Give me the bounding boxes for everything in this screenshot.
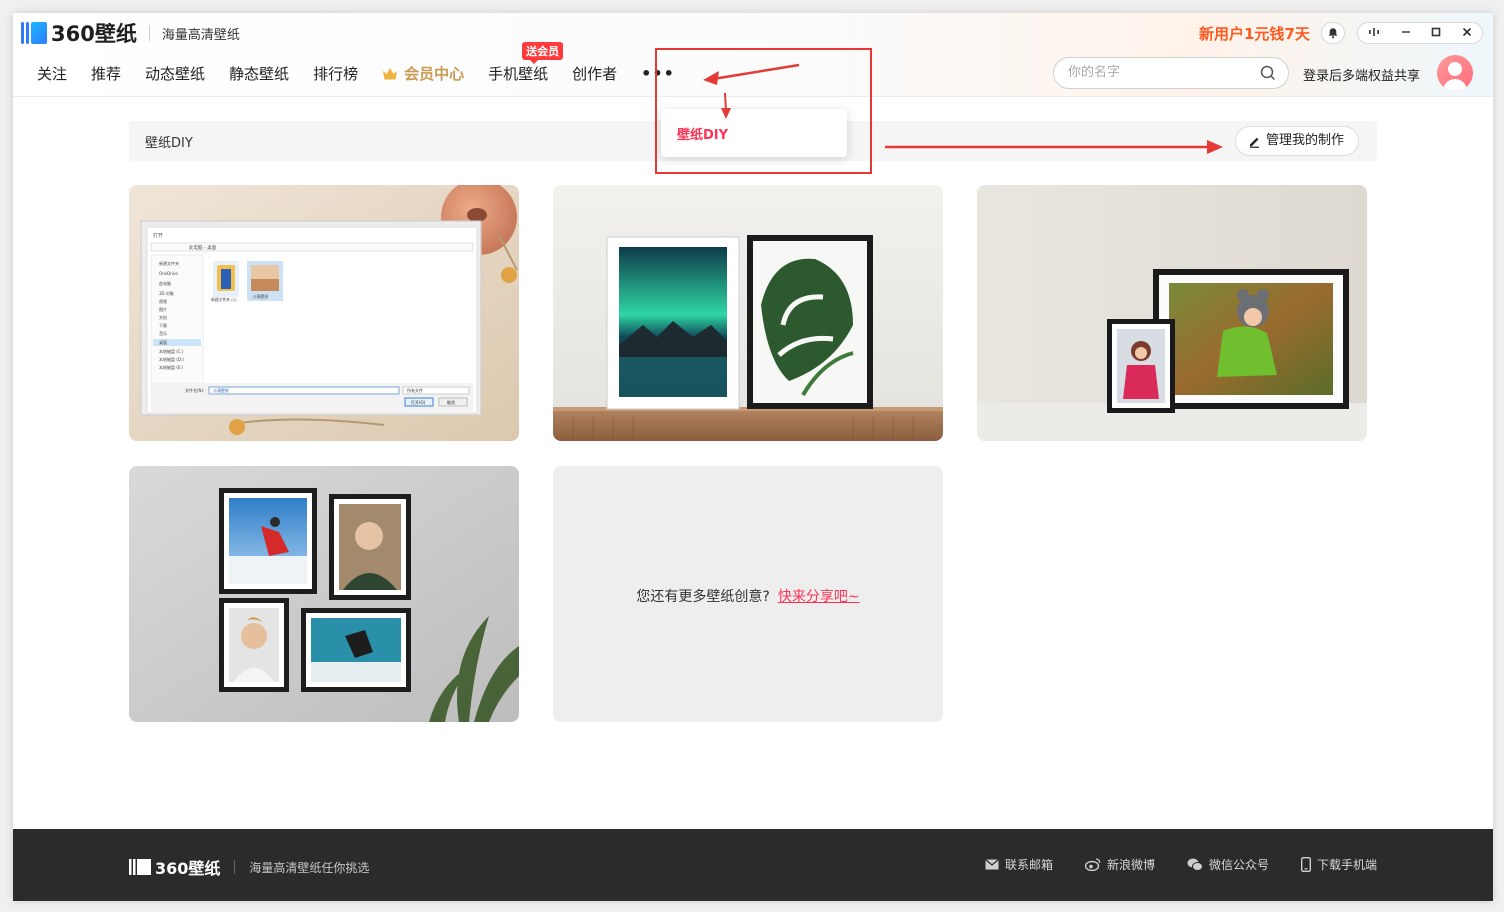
share-link[interactable]: 快来分享吧~	[778, 589, 860, 605]
manage-my-creations-button[interactable]: 管理我的制作	[1235, 126, 1360, 156]
card-share-cta: 您还有更多壁纸创意? 快来分享吧~	[553, 466, 943, 722]
footer-link-wechat[interactable]: 微信公众号	[1187, 856, 1269, 873]
nav-item-mobile[interactable]: 手机壁纸 送会员	[488, 42, 564, 84]
footer-divider	[234, 860, 236, 874]
main-nav: 关注 推荐 动态壁纸 静态壁纸 排行榜 会员中心 手机壁纸 送会员 创作者 ••…	[37, 42, 699, 84]
logo[interactable]: 360壁纸 海量高清壁纸	[21, 21, 240, 46]
footer-link-weibo[interactable]: 新浪微博	[1084, 856, 1155, 873]
footer-link-email-label: 联系邮箱	[1004, 858, 1053, 872]
footer-logo-text: 360壁纸	[155, 859, 221, 878]
vip-gift-badge: 送会员	[522, 42, 564, 64]
card-photo-wall[interactable]	[129, 466, 519, 722]
dialog-open-button: 打开(O)	[411, 399, 426, 405]
edit-icon	[1250, 137, 1259, 148]
dialog-filename-label: 文件名(N):	[185, 387, 204, 393]
svg-text:桌面: 桌面	[159, 339, 167, 345]
login-prompt[interactable]: 登录后多端权益共享	[1303, 65, 1420, 84]
card-desktop-file-dialog[interactable]: 打开 此电脑 › 桌面 新建文件夹 OneDrive 此电脑 3D 对象 视频 …	[129, 185, 519, 441]
nav-item-follow[interactable]: 关注	[37, 63, 67, 84]
photo-wall-image	[129, 466, 519, 722]
nav-item-mobile-label: 手机壁纸	[488, 65, 549, 83]
nav-item-creator[interactable]: 创作者	[572, 63, 617, 84]
app-window: 360壁纸 海量高清壁纸 新用户1元钱7天 关注 推荐 动态壁纸 静态壁纸 排行…	[13, 13, 1493, 901]
svg-text:文档: 文档	[159, 314, 167, 320]
footer-logo[interactable]: 360壁纸 海量高清壁纸任你挑选	[129, 855, 369, 879]
cta-text: 您还有更多壁纸创意?	[636, 589, 770, 605]
nav-item-vip-label: 会员中心	[404, 65, 465, 83]
child-frames-image	[977, 185, 1367, 441]
skin-icon[interactable]	[1368, 26, 1380, 40]
footer-link-mobile[interactable]: 下载手机端	[1300, 856, 1377, 873]
dialog-filetype: 所有文件	[407, 387, 423, 393]
maximize-icon[interactable]	[1431, 26, 1441, 40]
page-title: 壁纸DIY	[145, 136, 193, 151]
crown-icon	[383, 67, 398, 79]
cta-text-wrapper: 您还有更多壁纸创意? 快来分享吧~	[553, 586, 943, 606]
promo-banner[interactable]: 新用户1元钱7天	[1199, 23, 1310, 44]
minimize-icon[interactable]	[1401, 26, 1411, 40]
search-input[interactable]	[1068, 65, 1248, 80]
svg-text:本地磁盘 (C:): 本地磁盘 (C:)	[159, 348, 184, 354]
bell-icon[interactable]	[1321, 22, 1345, 44]
svg-text:本地磁盘 (E:): 本地磁盘 (E:)	[159, 364, 184, 370]
manage-button-label: 管理我的制作	[1266, 133, 1345, 148]
frames-on-shelf-image	[553, 185, 943, 441]
footer: 360壁纸 海量高清壁纸任你挑选 联系邮箱 新浪微博 微信公众号 下载手机端	[13, 829, 1493, 901]
weibo-icon	[1084, 858, 1101, 871]
phone-icon	[1300, 857, 1311, 872]
footer-link-weibo-label: 新浪微博	[1106, 858, 1155, 872]
search-icon[interactable]	[1260, 65, 1276, 81]
svg-text:视频: 视频	[159, 298, 167, 304]
svg-text:音乐: 音乐	[159, 330, 167, 336]
svg-text:图片: 图片	[159, 306, 167, 312]
svg-text:沙漠壁纸: 沙漠壁纸	[253, 294, 268, 299]
desktop-mockup-image: 打开 此电脑 › 桌面 新建文件夹 OneDrive 此电脑 3D 对象 视频 …	[129, 185, 519, 441]
footer-links: 联系邮箱 新浪微博 微信公众号 下载手机端	[953, 856, 1377, 873]
nav-item-ranking[interactable]: 排行榜	[313, 63, 358, 84]
logo-slogan: 海量高清壁纸	[161, 27, 240, 43]
logo-text: 360壁纸	[51, 22, 137, 46]
dialog-path: 此电脑 › 桌面	[189, 244, 217, 251]
svg-text:新建文件夹: 新建文件夹	[159, 260, 179, 266]
card-child-photo-frames[interactable]	[977, 185, 1367, 441]
avatar[interactable]	[1437, 55, 1473, 91]
nav-item-vip[interactable]: 会员中心	[382, 63, 464, 84]
search-box	[1053, 57, 1289, 89]
svg-text:新建文件夹 (2): 新建文件夹 (2)	[211, 297, 237, 302]
close-icon[interactable]	[1462, 26, 1472, 40]
nav-item-static[interactable]: 静态壁纸	[229, 63, 289, 84]
dialog-cancel-button: 取消	[447, 399, 455, 405]
svg-text:OneDrive: OneDrive	[159, 271, 178, 276]
mail-icon	[985, 859, 999, 870]
svg-text:本地磁盘 (D:): 本地磁盘 (D:)	[159, 356, 184, 362]
nav-item-dynamic[interactable]: 动态壁纸	[145, 63, 205, 84]
footer-link-mobile-label: 下载手机端	[1316, 858, 1377, 872]
logo-divider	[148, 25, 150, 41]
dialog-title: 打开	[153, 232, 163, 239]
svg-text:下载: 下载	[159, 322, 167, 328]
window-controls	[1357, 22, 1483, 44]
svg-text:3D 对象: 3D 对象	[159, 290, 174, 296]
footer-link-email[interactable]: 联系邮箱	[985, 856, 1053, 873]
dialog-filename-value: 沙漠壁纸	[213, 387, 229, 393]
footer-logo-icon	[129, 859, 151, 875]
nav-item-recommend[interactable]: 推荐	[91, 63, 121, 84]
logo-icon	[21, 22, 47, 44]
wechat-icon	[1187, 858, 1203, 871]
annotation-box	[655, 48, 872, 174]
svg-text:此电脑: 此电脑	[159, 280, 171, 286]
card-aurora-monstera-frames[interactable]	[553, 185, 943, 441]
footer-slogan: 海量高清壁纸任你挑选	[249, 860, 370, 875]
footer-link-wechat-label: 微信公众号	[1208, 858, 1269, 872]
